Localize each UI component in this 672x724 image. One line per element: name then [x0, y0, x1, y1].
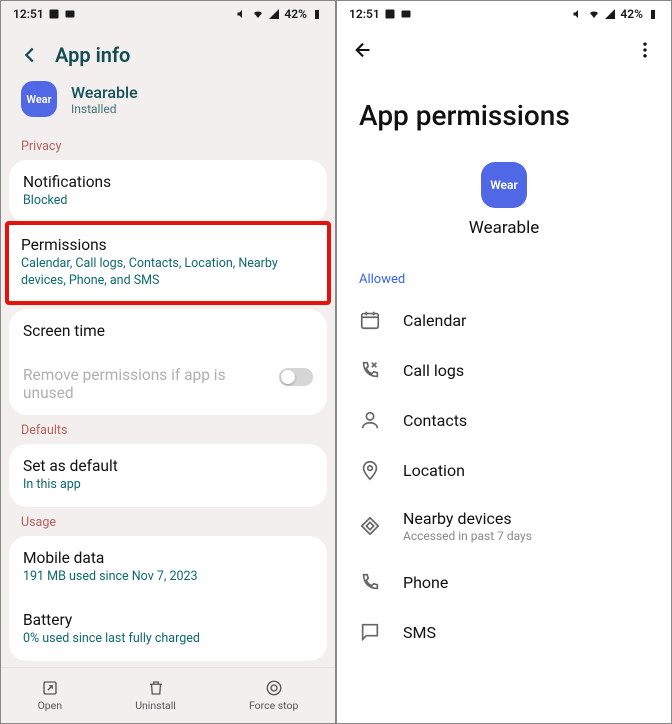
more-icon[interactable]	[635, 40, 655, 60]
status-bar: 12:51 42%	[337, 1, 671, 27]
app-identity: Wear Wearable	[337, 162, 671, 238]
section-usage: Usage	[1, 507, 335, 536]
privacy-card-2: Screen time Remove permissions if app is…	[9, 309, 327, 415]
allowed-label: Allowed	[337, 272, 671, 295]
trash-icon	[147, 679, 165, 697]
perm-location[interactable]: Location	[337, 445, 671, 495]
force-stop-button[interactable]: Force stop	[249, 679, 298, 712]
wifi-icon	[588, 8, 600, 20]
contacts-icon	[359, 409, 381, 431]
perm-sms[interactable]: SMS	[337, 607, 671, 657]
wear-app-icon: Wear	[21, 81, 57, 117]
page-title: App info	[55, 43, 130, 67]
battery-percent: 42%	[284, 7, 307, 21]
card-icon	[400, 8, 412, 20]
page-title: App permissions	[337, 73, 671, 162]
header	[337, 27, 671, 73]
clock: 12:51	[349, 7, 380, 21]
card-icon	[64, 8, 76, 20]
image-icon	[48, 8, 60, 20]
calendar-icon	[359, 309, 381, 331]
app-identity[interactable]: Wear Wearable Installed	[1, 77, 335, 131]
remove-perms-row[interactable]: Remove permissions if app is unused	[9, 353, 327, 415]
perm-calendar[interactable]: Calendar	[337, 295, 671, 345]
app-name: Wearable	[71, 83, 138, 102]
image-icon	[384, 8, 396, 20]
back-icon[interactable]	[353, 39, 375, 61]
app-permissions-screen: 12:51 42% App permissions Wear Wearable …	[336, 0, 672, 724]
battery-row[interactable]: Battery 0% used since last fully charged	[9, 598, 327, 661]
app-name: Wearable	[469, 218, 539, 238]
notifications-row[interactable]: Notifications Blocked	[9, 160, 327, 223]
battery-icon	[311, 8, 323, 20]
perm-contacts[interactable]: Contacts	[337, 395, 671, 445]
header: App info	[1, 27, 335, 77]
sms-icon	[359, 621, 381, 643]
defaults-card: Set as default In this app	[9, 444, 327, 507]
uninstall-button[interactable]: Uninstall	[135, 679, 176, 712]
bottom-action-bar: Open Uninstall Force stop	[1, 667, 335, 723]
wear-app-icon: Wear	[481, 162, 527, 208]
remove-perms-toggle[interactable]	[279, 368, 313, 386]
section-defaults: Defaults	[1, 415, 335, 444]
mobile-data-row[interactable]: Mobile data 191 MB used since Nov 7, 202…	[9, 536, 327, 599]
back-icon[interactable]	[19, 44, 41, 66]
status-bar: 12:51 42%	[1, 1, 335, 27]
permissions-row[interactable]: Permissions Calendar, Call logs, Contact…	[9, 225, 327, 301]
perm-phone[interactable]: Phone	[337, 557, 671, 607]
section-privacy: Privacy	[1, 131, 335, 160]
set-default-row[interactable]: Set as default In this app	[9, 444, 327, 507]
open-button[interactable]: Open	[38, 679, 63, 712]
battery-icon	[647, 8, 659, 20]
clock: 12:51	[13, 7, 44, 21]
permissions-highlight: Permissions Calendar, Call logs, Contact…	[5, 221, 331, 305]
perm-calllogs[interactable]: Call logs	[337, 345, 671, 395]
app-info-screen: 12:51 42% App info Wear Wearable Install…	[0, 0, 336, 724]
usage-card: Mobile data 191 MB used since Nov 7, 202…	[9, 536, 327, 662]
signal-icon	[604, 8, 616, 20]
perm-nearby[interactable]: Nearby devices Accessed in past 7 days	[337, 495, 671, 557]
battery-percent: 42%	[620, 7, 643, 21]
phone-icon	[359, 571, 381, 593]
location-icon	[359, 459, 381, 481]
calllogs-icon	[359, 359, 381, 381]
privacy-card: Notifications Blocked	[9, 160, 327, 223]
stop-icon	[265, 679, 283, 697]
screentime-row[interactable]: Screen time	[9, 309, 327, 353]
open-icon	[41, 679, 59, 697]
app-status: Installed	[71, 102, 138, 116]
mute-icon	[236, 8, 248, 20]
wifi-icon	[252, 8, 264, 20]
signal-icon	[268, 8, 280, 20]
nearby-icon	[359, 515, 381, 537]
mute-icon	[572, 8, 584, 20]
